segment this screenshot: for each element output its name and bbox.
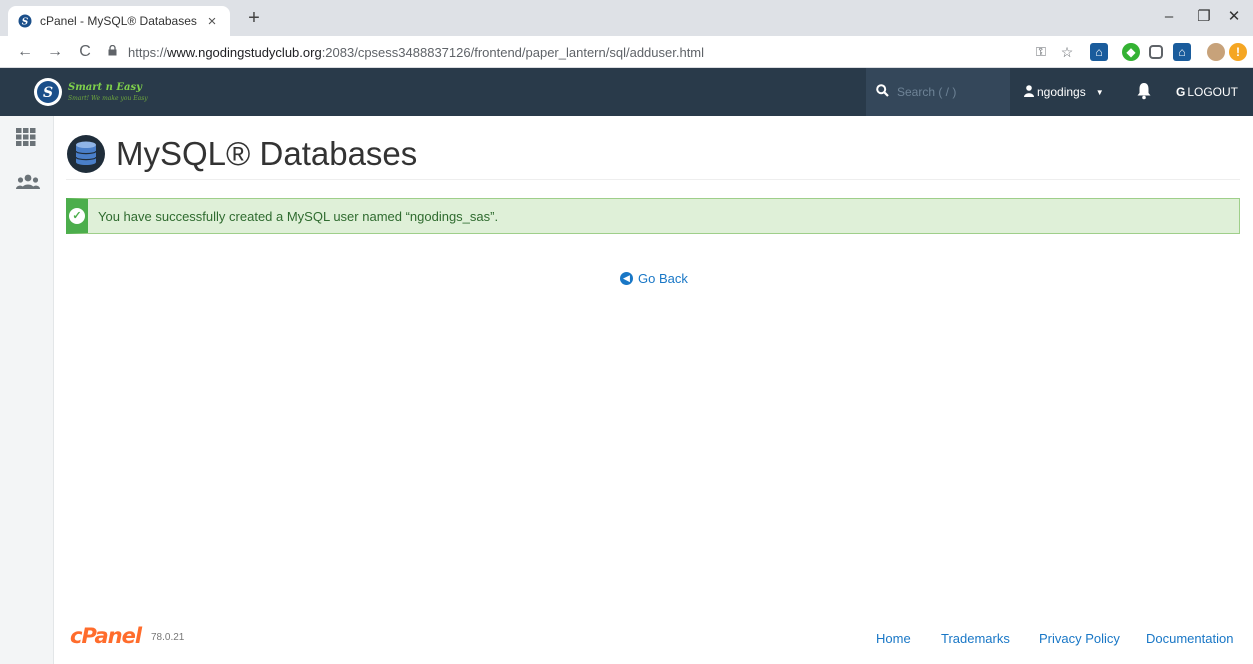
tab-close-icon[interactable]: × bbox=[204, 13, 220, 30]
site-favicon-icon: S bbox=[18, 14, 32, 28]
search-input[interactable]: Search ( / ) bbox=[866, 68, 1010, 116]
username: ngodings bbox=[1037, 85, 1086, 99]
apps-grid-icon[interactable] bbox=[16, 128, 38, 148]
main-content: MySQL® Databases ✓ You have successfully… bbox=[54, 116, 1253, 664]
forward-icon[interactable]: → bbox=[44, 41, 66, 63]
go-back-label: Go Back bbox=[638, 271, 688, 286]
profile-avatar-icon[interactable] bbox=[1207, 43, 1225, 61]
svg-text:S: S bbox=[22, 18, 29, 28]
new-tab-button[interactable]: + bbox=[244, 8, 264, 28]
footer-link-home[interactable]: Home bbox=[876, 631, 911, 646]
extension-home-icon[interactable]: ⌂ bbox=[1090, 43, 1108, 61]
back-icon[interactable]: ← bbox=[14, 41, 36, 63]
address-bar[interactable]: https://www.ngodingstudyclub.org:2083/cp… bbox=[108, 40, 1028, 64]
cpanel-logo[interactable]: cPanel bbox=[70, 624, 142, 648]
url-path: :2083/cpsess3488837126/frontend/paper_la… bbox=[321, 44, 705, 60]
alert-message: You have successfully created a MySQL us… bbox=[98, 208, 499, 224]
logout-button[interactable]: G LOGOUT bbox=[1176, 68, 1238, 116]
chevron-down-icon: ▼ bbox=[1095, 87, 1104, 97]
extension-green-icon[interactable]: ◆ bbox=[1122, 43, 1140, 61]
search-placeholder: Search ( / ) bbox=[897, 85, 957, 99]
arrow-left-circle-icon: ◀ bbox=[620, 272, 633, 285]
page-header: MySQL® Databases bbox=[66, 134, 1240, 180]
brand-logo[interactable]: S Smart n Easy Smart! We make you Easy bbox=[0, 68, 290, 116]
footer-link-documentation[interactable]: Documentation bbox=[1146, 631, 1233, 646]
close-window-icon[interactable]: ✕ bbox=[1222, 6, 1246, 28]
go-back-link[interactable]: ◀ Go Back bbox=[620, 271, 688, 286]
cpanel-version: 78.0.21 bbox=[151, 632, 185, 643]
tab-title: cPanel - MySQL® Databases bbox=[40, 14, 197, 28]
browser-tab[interactable]: S cPanel - MySQL® Databases × bbox=[8, 6, 230, 36]
footer-link-privacy-policy[interactable]: Privacy Policy bbox=[1039, 631, 1120, 646]
footer: cPanel 78.0.21 Home Trademarks Privacy P… bbox=[54, 624, 1253, 654]
bookmark-star-icon[interactable]: ☆ bbox=[1058, 43, 1076, 61]
extension-box-icon[interactable] bbox=[1149, 45, 1163, 59]
cpanel-top-nav: S Smart n Easy Smart! We make you Easy S… bbox=[0, 68, 1253, 116]
minimize-icon[interactable]: – bbox=[1157, 6, 1181, 28]
key-icon[interactable]: ⚿ bbox=[1032, 43, 1050, 61]
database-icon bbox=[66, 134, 106, 174]
update-alert-icon[interactable]: ! bbox=[1229, 43, 1247, 61]
url-scheme: https:// bbox=[128, 44, 168, 60]
page-title: MySQL® Databases bbox=[116, 135, 418, 172]
user-icon bbox=[1024, 84, 1034, 100]
browser-toolbar: ← → C https://www.ngodingstudyclub.org:2… bbox=[0, 36, 1253, 68]
logo-title: Smart n Easy bbox=[68, 81, 142, 93]
left-sidebar bbox=[0, 116, 54, 664]
svg-text:S: S bbox=[43, 85, 53, 101]
user-menu[interactable]: ngodings ▼ bbox=[1024, 68, 1104, 116]
success-alert: ✓ You have successfully created a MySQL … bbox=[66, 198, 1240, 234]
reload-icon[interactable]: C bbox=[74, 41, 96, 63]
restore-icon[interactable]: ❐ bbox=[1192, 6, 1216, 28]
url-host: www.ngodingstudyclub.org bbox=[167, 44, 322, 60]
logout-label: LOGOUT bbox=[1187, 85, 1239, 99]
lock-icon bbox=[108, 44, 122, 59]
logout-icon: G bbox=[1176, 85, 1186, 99]
search-icon bbox=[876, 84, 889, 100]
check-circle-icon: ✓ bbox=[69, 208, 85, 224]
footer-link-trademarks[interactable]: Trademarks bbox=[941, 631, 1010, 646]
logo-mark-icon: S bbox=[34, 78, 62, 106]
bell-icon[interactable] bbox=[1137, 82, 1155, 102]
extension-home2-icon[interactable]: ⌂ bbox=[1173, 43, 1191, 61]
logo-tagline: Smart! We make you Easy bbox=[68, 94, 148, 102]
users-icon[interactable] bbox=[16, 174, 40, 194]
browser-tab-strip: S cPanel - MySQL® Databases × + – ❐ ✕ bbox=[0, 0, 1253, 36]
